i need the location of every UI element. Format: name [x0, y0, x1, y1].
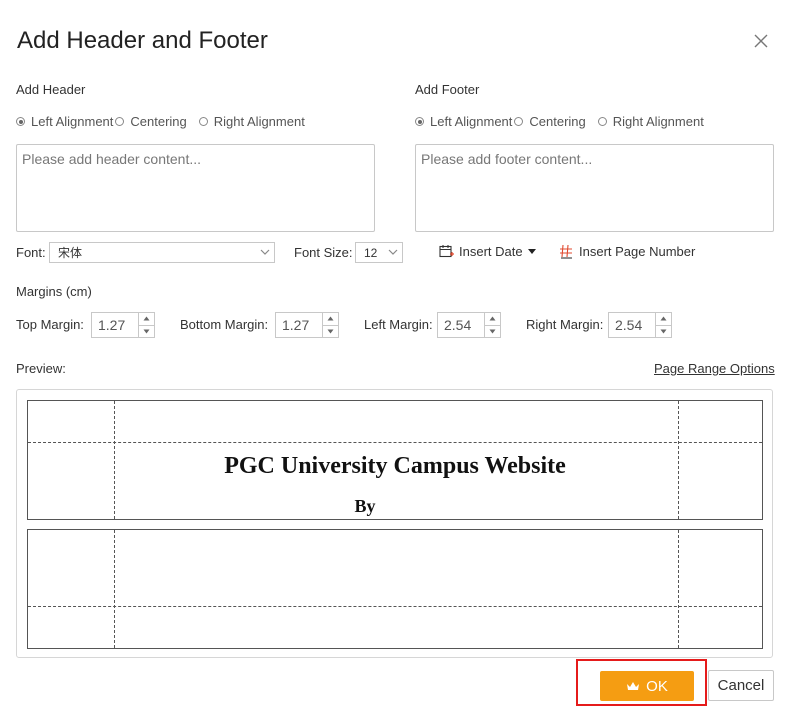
crown-icon	[627, 681, 640, 690]
radio-selected-icon	[415, 117, 424, 126]
footer-radio-center[interactable]: Centering	[514, 114, 586, 129]
top-margin-stepper[interactable]	[91, 312, 155, 338]
header-margin-guide	[28, 442, 762, 443]
right-margin-input[interactable]	[609, 313, 655, 337]
close-icon[interactable]	[752, 32, 770, 50]
footer-alignment-group: Left Alignment Centering Right Alignment	[415, 114, 712, 129]
chevron-down-icon	[260, 249, 270, 255]
header-alignment-group: Left Alignment Centering Right Alignment	[16, 114, 313, 129]
right-margin-guide	[678, 530, 679, 648]
font-size-label: Font Size:	[294, 245, 353, 260]
right-margin-label: Right Margin:	[526, 317, 604, 332]
decrement-icon[interactable]	[656, 324, 671, 338]
radio-icon	[198, 117, 208, 126]
preview-title-text: PGC University Campus Website	[224, 453, 566, 479]
preview-label: Preview:	[16, 361, 66, 376]
bottom-margin-stepper[interactable]	[275, 312, 339, 338]
add-header-label: Add Header	[16, 82, 86, 97]
radio-icon	[597, 117, 607, 126]
increment-icon[interactable]	[139, 313, 154, 325]
font-size-value: 12	[364, 245, 378, 260]
radio-selected-icon	[16, 117, 25, 126]
footer-radio-left[interactable]: Left Alignment	[415, 114, 512, 129]
margins-label: Margins (cm)	[16, 284, 92, 299]
page-range-options-link[interactable]: Page Range Options	[654, 361, 775, 376]
radio-icon	[514, 117, 524, 126]
header-radio-center[interactable]: Centering	[115, 114, 187, 129]
decrement-icon[interactable]	[323, 324, 338, 338]
font-select[interactable]: 宋体	[49, 242, 275, 263]
preview-page-bottom	[27, 529, 763, 649]
chevron-down-icon	[388, 249, 398, 255]
radio-icon	[115, 117, 125, 126]
font-size-select[interactable]: 12	[355, 242, 403, 263]
increment-icon[interactable]	[485, 313, 500, 325]
bottom-margin-label: Bottom Margin:	[180, 317, 269, 332]
caret-down-icon	[527, 248, 536, 254]
ok-button[interactable]: OK	[600, 671, 694, 701]
decrement-icon[interactable]	[139, 324, 154, 338]
top-margin-input[interactable]	[92, 313, 138, 337]
header-radio-right[interactable]: Right Alignment	[198, 114, 305, 129]
left-margin-label: Left Margin:	[364, 317, 433, 332]
dialog-title: Add Header and Footer	[17, 27, 268, 54]
preview-page-top: PGC University Campus Website By	[27, 400, 763, 520]
increment-icon[interactable]	[323, 313, 338, 325]
header-content-input[interactable]	[16, 144, 375, 232]
left-margin-stepper[interactable]	[437, 312, 501, 338]
cancel-button[interactable]: Cancel	[708, 670, 774, 701]
insert-date-button[interactable]: Insert Date	[439, 244, 537, 259]
font-value: 宋体	[58, 246, 83, 260]
decrement-icon[interactable]	[485, 324, 500, 338]
footer-content-input[interactable]	[415, 144, 774, 232]
right-margin-stepper[interactable]	[608, 312, 672, 338]
page-number-icon	[560, 244, 572, 259]
footer-radio-right[interactable]: Right Alignment	[597, 114, 704, 129]
insert-page-number-button[interactable]: Insert Page Number	[559, 244, 695, 259]
preview-area: PGC University Campus Website By	[16, 389, 773, 658]
footer-margin-guide	[28, 606, 762, 607]
calendar-icon	[439, 245, 454, 258]
preview-by-text: By	[354, 496, 376, 516]
left-margin-input[interactable]	[438, 313, 484, 337]
increment-icon[interactable]	[656, 313, 671, 325]
add-footer-label: Add Footer	[415, 82, 480, 97]
header-radio-left[interactable]: Left Alignment	[16, 114, 113, 129]
left-margin-guide	[114, 530, 115, 648]
top-margin-label: Top Margin:	[16, 317, 84, 332]
bottom-margin-input[interactable]	[276, 313, 322, 337]
font-label: Font:	[16, 245, 46, 260]
